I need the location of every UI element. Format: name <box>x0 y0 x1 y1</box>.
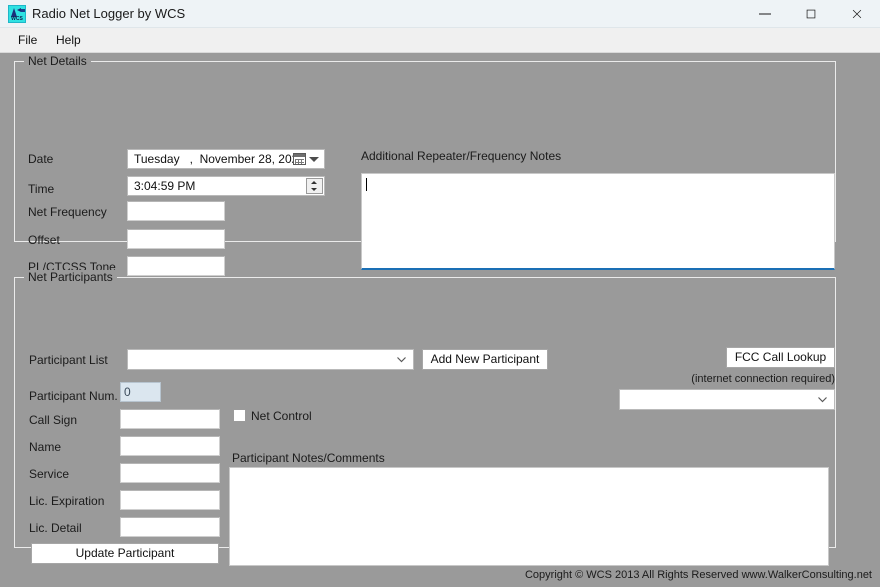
participant-num-input <box>120 382 161 402</box>
participant-list-combobox[interactable] <box>127 349 414 370</box>
net-participants-group-title: Net Participants <box>24 270 117 284</box>
maximize-icon[interactable] <box>788 0 834 28</box>
time-picker[interactable]: 3:04:59 PM <box>127 176 325 196</box>
add-new-participant-button[interactable]: Add New Participant <box>422 349 548 370</box>
minimize-glyph <box>758 9 772 19</box>
spinner-down-button[interactable] <box>307 186 322 193</box>
lic-expiration-label: Lic. Expiration <box>29 494 104 508</box>
net-control-checkbox[interactable] <box>233 409 246 422</box>
lic-detail-input[interactable] <box>120 517 220 537</box>
date-picker[interactable]: Tuesday , November 28, 2023 <box>127 149 325 169</box>
copyright-text: Copyright © WCS 2013 All Rights Reserved… <box>525 569 872 581</box>
menu-item-file[interactable]: File <box>10 28 45 53</box>
date-label: Date <box>28 152 53 166</box>
minimize-icon[interactable] <box>742 0 788 28</box>
repeater-notes-textarea[interactable] <box>361 173 835 270</box>
service-input[interactable] <box>120 463 220 483</box>
menu-bar: File Help <box>0 28 880 53</box>
pl-ctcss-tone-input[interactable] <box>127 256 225 276</box>
text-caret <box>366 178 367 191</box>
name-label: Name <box>29 440 61 454</box>
maximize-glyph <box>804 9 818 19</box>
close-icon[interactable] <box>834 0 880 28</box>
participant-notes-textarea[interactable] <box>229 467 829 566</box>
application-window: WCS Radio Net Logger by WCS File Help <box>0 0 880 587</box>
participant-notes-label: Participant Notes/Comments <box>232 451 385 465</box>
chevron-down-icon <box>397 357 406 363</box>
client-area: Net Details Date Tuesday , November 28, … <box>0 53 880 587</box>
net-details-group-title: Net Details <box>24 54 91 68</box>
menu-item-help[interactable]: Help <box>48 28 89 53</box>
update-participant-button[interactable]: Update Participant <box>31 543 219 564</box>
internet-required-note: (internet connection required) <box>612 373 835 385</box>
close-glyph <box>850 9 864 19</box>
date-picker-value: Tuesday , November 28, 2023 <box>134 150 305 168</box>
participant-num-label: Participant Num. <box>29 389 118 403</box>
offset-input[interactable] <box>127 229 225 249</box>
offset-label: Offset <box>28 233 60 247</box>
time-label: Time <box>28 182 54 196</box>
calendar-icon <box>293 153 306 165</box>
icon-label: WCS <box>9 16 25 22</box>
fcc-results-combobox[interactable] <box>619 389 835 410</box>
repeater-notes-label: Additional Repeater/Frequency Notes <box>361 149 561 163</box>
time-picker-value: 3:04:59 PM <box>134 177 195 195</box>
name-input[interactable] <box>120 436 220 456</box>
participant-list-label: Participant List <box>29 353 108 367</box>
call-sign-input[interactable] <box>120 409 220 429</box>
net-frequency-label: Net Frequency <box>28 205 107 219</box>
net-control-label: Net Control <box>251 409 312 423</box>
service-label: Service <box>29 467 69 481</box>
spinner-up-button[interactable] <box>307 179 322 186</box>
net-frequency-input[interactable] <box>127 201 225 221</box>
chevron-down-icon[interactable] <box>309 157 319 162</box>
call-sign-label: Call Sign <box>29 413 77 427</box>
chevron-down-icon <box>818 397 827 403</box>
window-title: Radio Net Logger by WCS <box>32 0 185 28</box>
icon-shape-c <box>21 9 25 12</box>
lic-detail-label: Lic. Detail <box>29 521 82 535</box>
spinner-up-down-icon[interactable] <box>306 178 323 194</box>
title-bar: WCS Radio Net Logger by WCS <box>0 0 880 28</box>
fcc-call-lookup-button[interactable]: FCC Call Lookup <box>726 347 835 368</box>
wcs-app-icon: WCS <box>8 5 26 23</box>
lic-expiration-input[interactable] <box>120 490 220 510</box>
